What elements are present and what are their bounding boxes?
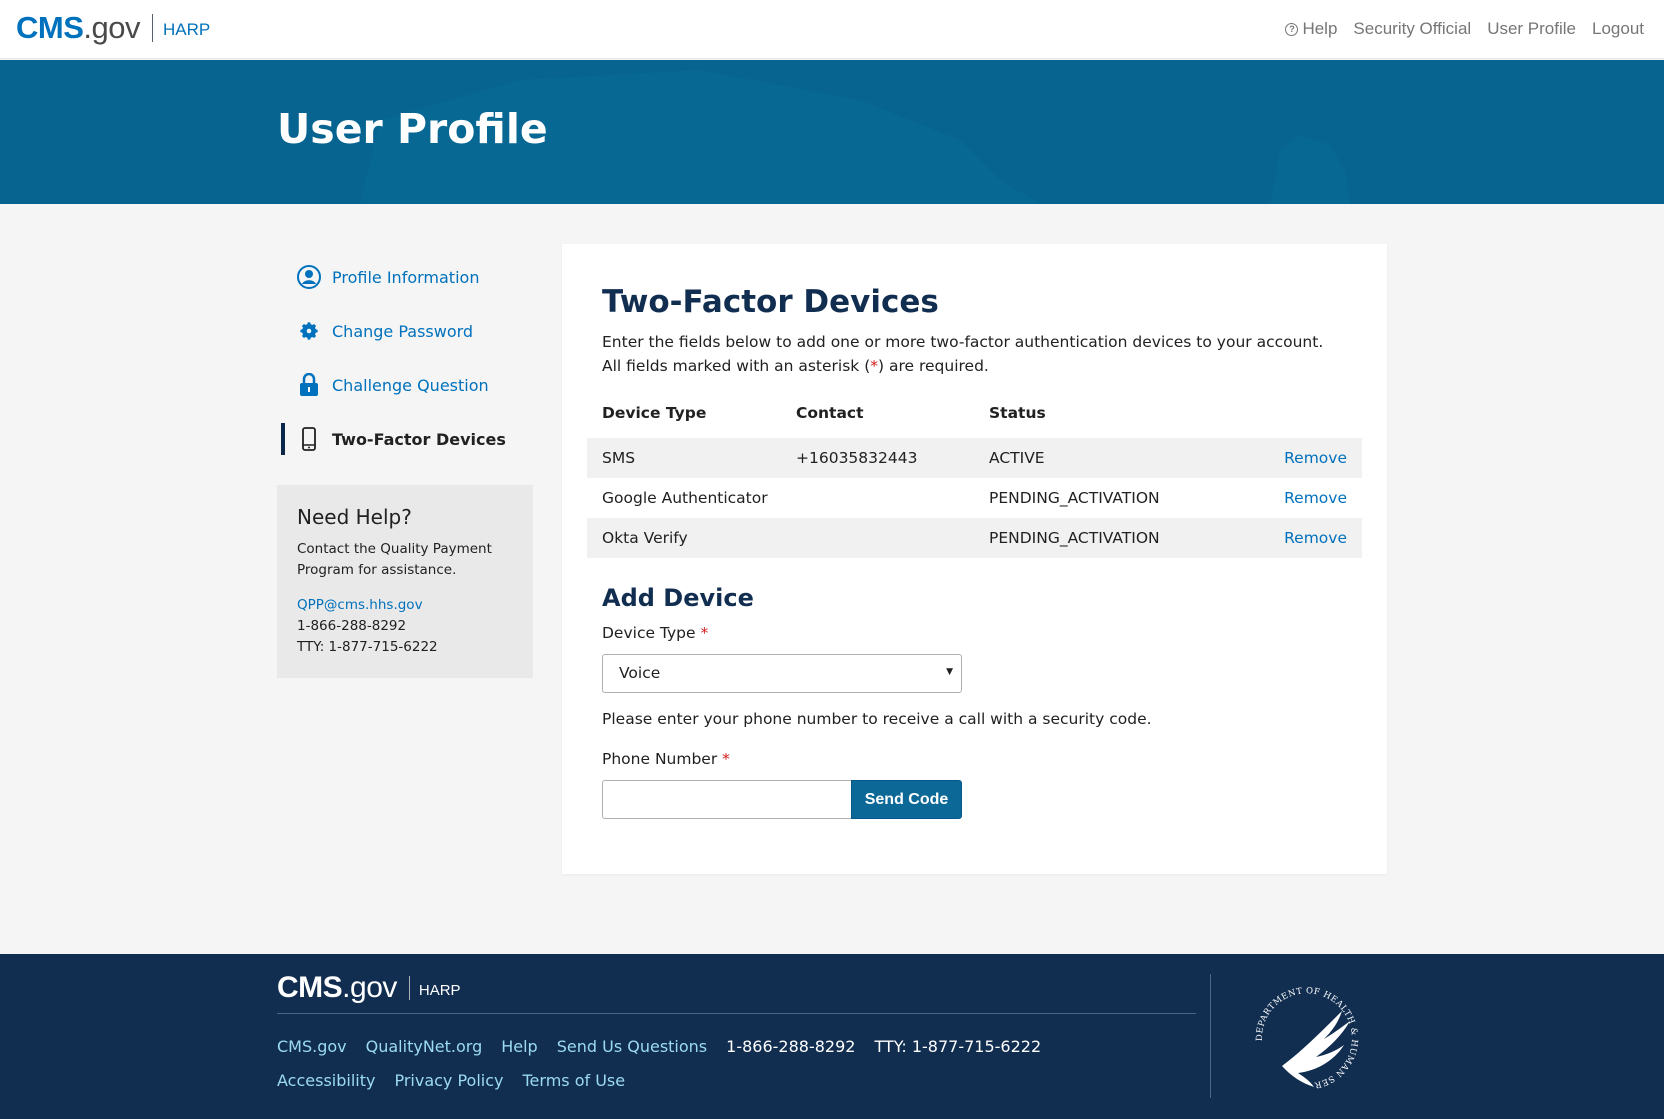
phone-number-label: Phone Number * (602, 750, 730, 768)
security-official-link[interactable]: Security Official (1353, 19, 1471, 39)
device-type-selected-value: Voice (619, 664, 661, 682)
device-type-select[interactable]: Voice ▼ (602, 654, 962, 693)
device-type-label: Device Type * (602, 624, 708, 642)
profile-sidebar: Profile Information Change Password Chal… (277, 250, 533, 466)
status-cell: PENDING_ACTIVATION (989, 529, 1160, 547)
footer-divider (277, 1013, 1196, 1014)
footer-logo-divider (408, 976, 410, 1000)
device-type-cell: Okta Verify (602, 529, 688, 547)
user-circle-icon (297, 265, 321, 289)
sidebar-item-label: Challenge Question (332, 375, 489, 395)
help-phone: 1-866-288-8292 (297, 618, 407, 634)
intro-line-1: Enter the fields below to add one or mor… (602, 333, 1324, 351)
remove-device-link[interactable]: Remove (1284, 489, 1347, 507)
footer-logo-harp-text: HARP (418, 981, 461, 999)
footer-vertical-divider (1210, 974, 1211, 1098)
status-cell: ACTIVE (989, 449, 1045, 467)
table-row: Google Authenticator PENDING_ACTIVATION … (587, 478, 1362, 518)
logout-link[interactable]: Logout (1592, 19, 1644, 39)
sidebar-item-change-password[interactable]: Change Password (277, 304, 533, 358)
footer-logo-gov-text: .gov (342, 971, 397, 1004)
section-title: Two-Factor Devices (602, 284, 939, 320)
need-help-box: Need Help? Contact the Quality Payment P… (277, 485, 533, 678)
required-asterisk: * (870, 357, 878, 375)
site-footer: CMS .gov HARP CMS.gov QualityNet.org Help… (0, 954, 1664, 1119)
table-row: Okta Verify PENDING_ACTIVATION Remove (587, 518, 1362, 558)
required-asterisk: * (722, 750, 730, 768)
us-map-watermark (360, 70, 1350, 204)
footer-links-row-2: Accessibility Privacy Policy Terms of Us… (277, 1071, 625, 1090)
help-email-link[interactable]: QPP@cms.hhs.gov (297, 597, 423, 613)
footer-link-qualitynet[interactable]: QualityNet.org (366, 1037, 483, 1056)
help-link[interactable]: ? Help (1285, 19, 1337, 39)
footer-tty: TTY: 1-877-715-6222 (874, 1037, 1042, 1056)
logo-harp-text: HARP (163, 20, 211, 39)
intro-line-2: All fields marked with an asterisk (*) a… (602, 354, 1323, 378)
mobile-phone-icon (297, 427, 321, 451)
intro-text: Enter the fields below to add one or mor… (602, 330, 1323, 378)
device-type-cell: SMS (602, 449, 636, 467)
status-cell: PENDING_ACTIVATION (989, 489, 1160, 507)
site-header: CMS .gov HARP ? Help Security Official Use… (0, 0, 1664, 59)
phone-hint-text: Please enter your phone number to receiv… (602, 710, 1152, 728)
logo-gov-text: .gov (83, 10, 140, 45)
footer-link-send-questions[interactable]: Send Us Questions (557, 1037, 707, 1056)
send-code-button[interactable]: Send Code (851, 780, 962, 819)
remove-device-link[interactable]: Remove (1284, 449, 1347, 467)
footer-link-cms-gov[interactable]: CMS.gov (277, 1037, 347, 1056)
column-header-status: Status (989, 404, 1046, 422)
sidebar-item-label: Two-Factor Devices (332, 429, 506, 449)
need-help-title: Need Help? (297, 505, 412, 529)
sidebar-item-label: Change Password (332, 321, 474, 341)
phone-number-input[interactable] (602, 780, 852, 819)
help-tty: TTY: 1-877-715-6222 (297, 639, 438, 655)
footer-links-row-1: CMS.gov QualityNet.org Help Send Us Ques… (277, 1037, 1041, 1056)
hhs-seal-icon: DEPARTMENT OF HEALTH & HUMAN SERVICES · … (1242, 971, 1359, 1090)
footer-cms-harp-logo[interactable]: CMS .gov HARP (277, 971, 461, 1005)
footer-link-help[interactable]: Help (501, 1037, 537, 1056)
table-row: SMS +16035832443 ACTIVE Remove (587, 438, 1362, 478)
need-help-text: Contact the Quality Payment Program for … (297, 541, 492, 578)
page-title: User Profile (277, 105, 548, 153)
top-nav: ? Help Security Official User Profile Log… (1285, 19, 1644, 39)
help-link-label: Help (1302, 19, 1338, 38)
column-header-contact: Contact (796, 404, 864, 422)
gear-icon (297, 319, 321, 343)
device-type-cell: Google Authenticator (602, 489, 768, 507)
phone-number-label-text: Phone Number (602, 750, 718, 768)
required-asterisk: * (700, 624, 709, 642)
remove-device-link[interactable]: Remove (1284, 529, 1347, 547)
page-hero-banner: User Profile (0, 60, 1664, 204)
help-circle-icon: ? (1285, 22, 1299, 36)
sidebar-item-challenge-question[interactable]: Challenge Question (277, 358, 533, 412)
footer-link-terms-of-use[interactable]: Terms of Use (523, 1071, 626, 1090)
footer-link-accessibility[interactable]: Accessibility (277, 1071, 375, 1090)
user-profile-link[interactable]: User Profile (1487, 19, 1576, 39)
intro-line-2-post: ) are required. (878, 357, 989, 375)
footer-phone: 1-866-288-8292 (726, 1037, 856, 1056)
devices-table-header: Device Type Contact Status (602, 404, 1347, 434)
chevron-down-icon: ▼ (946, 667, 953, 677)
column-header-device-type: Device Type (602, 404, 707, 422)
sidebar-item-two-factor-devices[interactable]: Two-Factor Devices (277, 412, 533, 466)
logo-divider (152, 14, 153, 42)
contact-cell: +16035832443 (796, 449, 918, 467)
logo-cms-text: CMS (16, 10, 84, 45)
two-factor-card: Two-Factor Devices Enter the fields belo… (562, 244, 1387, 874)
sidebar-item-profile-information[interactable]: Profile Information (277, 250, 533, 304)
device-type-label-text: Device Type (602, 624, 696, 642)
footer-logo-cms-text: CMS (277, 971, 343, 1004)
cms-harp-logo[interactable]: CMS .gov HARP (16, 10, 210, 46)
intro-line-2-pre: All fields marked with an asterisk ( (602, 357, 871, 375)
lock-icon (297, 373, 321, 397)
add-device-title: Add Device (602, 584, 754, 612)
sidebar-item-label: Profile Information (332, 267, 480, 287)
footer-link-privacy-policy[interactable]: Privacy Policy (394, 1071, 503, 1090)
